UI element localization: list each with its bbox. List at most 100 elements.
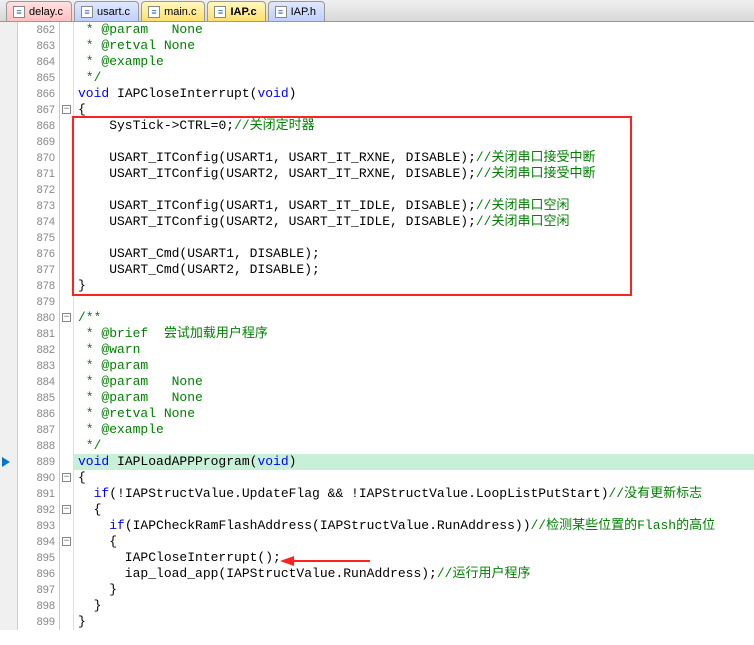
breakpoint-gutter[interactable] (0, 598, 18, 614)
code-line[interactable] (74, 294, 754, 310)
code-line[interactable] (74, 230, 754, 246)
breakpoint-gutter[interactable] (0, 342, 18, 358)
breakpoint-gutter[interactable] (0, 54, 18, 70)
tab-IAP-h[interactable]: ≡IAP.h (268, 1, 326, 21)
breakpoint-gutter[interactable] (0, 326, 18, 342)
code-editor[interactable]: 862 * @param None863 * @retval None864 *… (0, 22, 754, 645)
code-line[interactable]: } (74, 278, 754, 294)
fold-gutter[interactable] (60, 566, 74, 582)
breakpoint-gutter[interactable] (0, 294, 18, 310)
breakpoint-gutter[interactable] (0, 470, 18, 486)
breakpoint-gutter[interactable] (0, 246, 18, 262)
code-line[interactable]: * @example (74, 422, 754, 438)
breakpoint-gutter[interactable] (0, 582, 18, 598)
code-line[interactable] (74, 134, 754, 150)
code-line[interactable]: * @warn (74, 342, 754, 358)
tab-usart-c[interactable]: ≡usart.c (74, 1, 139, 21)
breakpoint-gutter[interactable] (0, 358, 18, 374)
fold-gutter[interactable] (60, 134, 74, 150)
breakpoint-gutter[interactable] (0, 310, 18, 326)
code-line[interactable]: if(IAPCheckRamFlashAddress(IAPStructValu… (74, 518, 754, 534)
breakpoint-gutter[interactable] (0, 150, 18, 166)
breakpoint-gutter[interactable] (0, 70, 18, 86)
breakpoint-gutter[interactable] (0, 214, 18, 230)
code-line[interactable]: */ (74, 438, 754, 454)
code-line[interactable]: } (74, 598, 754, 614)
code-line[interactable]: * @param None (74, 22, 754, 38)
code-line[interactable]: void IAPLoadAPPProgram(void) (74, 454, 754, 470)
code-line[interactable]: { (74, 102, 754, 118)
code-line[interactable]: */ (74, 70, 754, 86)
breakpoint-gutter[interactable] (0, 502, 18, 518)
fold-gutter[interactable] (60, 278, 74, 294)
fold-gutter[interactable] (60, 454, 74, 470)
code-line[interactable]: USART_ITConfig(USART2, USART_IT_IDLE, DI… (74, 214, 754, 230)
code-line[interactable]: /** (74, 310, 754, 326)
breakpoint-gutter[interactable] (0, 390, 18, 406)
fold-gutter[interactable] (60, 390, 74, 406)
breakpoint-gutter[interactable] (0, 614, 18, 630)
breakpoint-gutter[interactable] (0, 406, 18, 422)
breakpoint-gutter[interactable] (0, 134, 18, 150)
code-line[interactable]: USART_ITConfig(USART1, USART_IT_IDLE, DI… (74, 198, 754, 214)
fold-collapse-icon[interactable]: − (62, 505, 71, 514)
code-line[interactable]: USART_ITConfig(USART1, USART_IT_RXNE, DI… (74, 150, 754, 166)
breakpoint-gutter[interactable] (0, 38, 18, 54)
breakpoint-gutter[interactable] (0, 486, 18, 502)
code-line[interactable]: * @retval None (74, 38, 754, 54)
fold-gutter[interactable] (60, 486, 74, 502)
fold-gutter[interactable] (60, 550, 74, 566)
breakpoint-gutter[interactable] (0, 534, 18, 550)
breakpoint-gutter[interactable] (0, 566, 18, 582)
fold-gutter[interactable] (60, 358, 74, 374)
code-line[interactable]: { (74, 502, 754, 518)
fold-gutter[interactable] (60, 70, 74, 86)
fold-gutter[interactable] (60, 246, 74, 262)
code-line[interactable]: { (74, 470, 754, 486)
code-line[interactable]: } (74, 614, 754, 630)
breakpoint-gutter[interactable] (0, 166, 18, 182)
breakpoint-gutter[interactable] (0, 182, 18, 198)
code-line[interactable]: * @brief 尝试加载用户程序 (74, 326, 754, 342)
code-line[interactable]: SysTick->CTRL=0;//关闭定时器 (74, 118, 754, 134)
breakpoint-gutter[interactable] (0, 86, 18, 102)
tab-delay-c[interactable]: ≡delay.c (6, 1, 72, 21)
fold-gutter[interactable]: − (60, 502, 74, 518)
fold-gutter[interactable] (60, 406, 74, 422)
code-line[interactable]: { (74, 534, 754, 550)
fold-gutter[interactable]: − (60, 534, 74, 550)
code-line[interactable]: if(!IAPStructValue.UpdateFlag && !IAPStr… (74, 486, 754, 502)
fold-gutter[interactable] (60, 182, 74, 198)
breakpoint-gutter[interactable] (0, 22, 18, 38)
tab-IAP-c[interactable]: ≡IAP.c (207, 1, 265, 21)
breakpoint-gutter[interactable] (0, 262, 18, 278)
code-line[interactable]: void IAPCloseInterrupt(void) (74, 86, 754, 102)
breakpoint-gutter[interactable] (0, 550, 18, 566)
code-line[interactable]: USART_Cmd(USART1, DISABLE); (74, 246, 754, 262)
fold-collapse-icon[interactable]: − (62, 105, 71, 114)
fold-gutter[interactable] (60, 326, 74, 342)
fold-gutter[interactable] (60, 230, 74, 246)
code-line[interactable]: USART_Cmd(USART2, DISABLE); (74, 262, 754, 278)
fold-gutter[interactable] (60, 518, 74, 534)
fold-gutter[interactable] (60, 598, 74, 614)
fold-gutter[interactable] (60, 438, 74, 454)
code-line[interactable]: * @example (74, 54, 754, 70)
fold-gutter[interactable]: − (60, 310, 74, 326)
fold-gutter[interactable] (60, 150, 74, 166)
fold-gutter[interactable] (60, 198, 74, 214)
fold-gutter[interactable] (60, 262, 74, 278)
fold-gutter[interactable] (60, 374, 74, 390)
code-line[interactable]: USART_ITConfig(USART2, USART_IT_RXNE, DI… (74, 166, 754, 182)
code-line[interactable]: } (74, 582, 754, 598)
breakpoint-gutter[interactable] (0, 422, 18, 438)
breakpoint-gutter[interactable] (0, 374, 18, 390)
code-line[interactable]: IAPCloseInterrupt(); (74, 550, 754, 566)
fold-gutter[interactable] (60, 54, 74, 70)
fold-gutter[interactable] (60, 422, 74, 438)
breakpoint-gutter[interactable] (0, 230, 18, 246)
code-line[interactable]: * @param None (74, 374, 754, 390)
fold-gutter[interactable] (60, 342, 74, 358)
breakpoint-gutter[interactable] (0, 454, 18, 470)
fold-gutter[interactable] (60, 614, 74, 630)
